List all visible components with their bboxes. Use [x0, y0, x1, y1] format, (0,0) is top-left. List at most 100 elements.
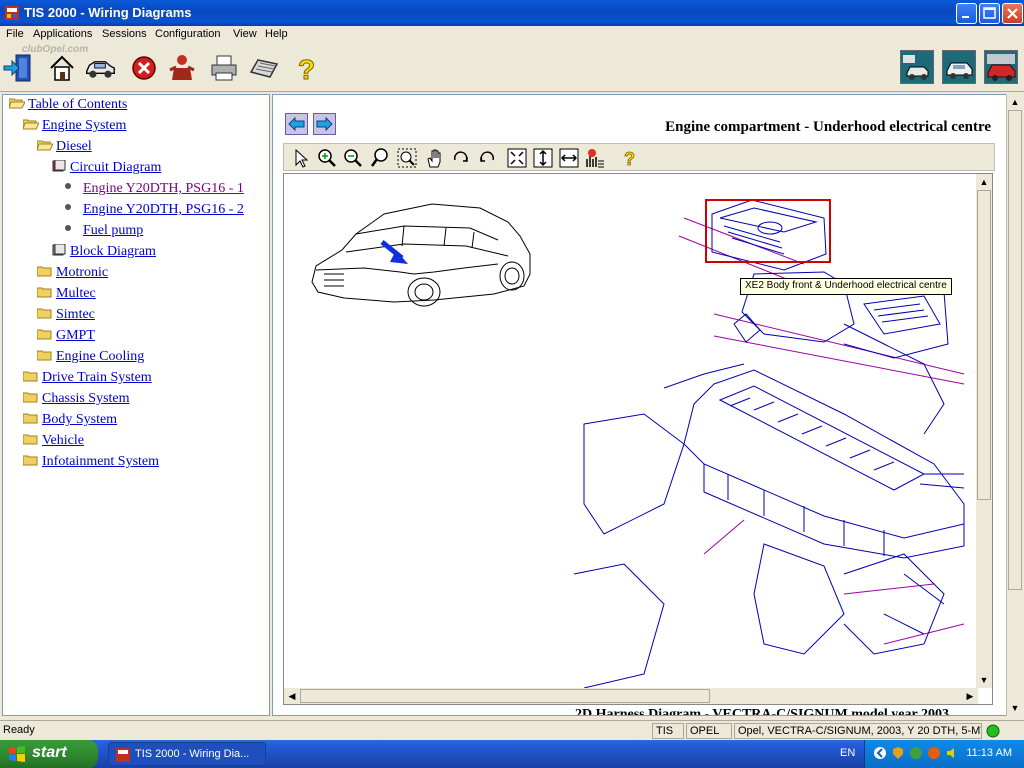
language-indicator[interactable]: EN	[840, 747, 855, 759]
menu-bar: File Applications Sessions Configuration…	[0, 26, 1024, 44]
table-of-contents-tree: Table of Contents Engine System Diesel Circ…	[2, 94, 270, 716]
title-bar[interactable]: TIS 2000 - Wiring Diagrams	[0, 0, 1024, 26]
zoom-in-icon[interactable]	[316, 147, 338, 169]
menu-file[interactable]: File	[6, 28, 24, 40]
tree-item[interactable]: Simtec	[37, 307, 95, 327]
tree-item-label[interactable]: Circuit Diagram	[70, 160, 161, 175]
close-button[interactable]	[1002, 3, 1023, 24]
messenger-icon[interactable]	[927, 746, 941, 760]
volume-icon[interactable]	[945, 746, 959, 760]
tree-item-label[interactable]: Engine Cooling	[56, 349, 144, 364]
tree-item[interactable]: GMPT	[37, 328, 95, 348]
keyboard-icon[interactable]	[248, 52, 280, 84]
tree-item[interactable]: Table of Contents	[9, 97, 127, 117]
tree-item[interactable]: Multec	[37, 286, 96, 306]
stop-icon[interactable]	[128, 52, 160, 84]
tree-item[interactable]: Engine System	[23, 118, 126, 138]
zoom-out-icon[interactable]	[342, 147, 364, 169]
rotate-cw-icon[interactable]	[450, 147, 472, 169]
back-button[interactable]	[285, 113, 308, 135]
viewer-help-icon[interactable]: ?	[618, 147, 640, 169]
start-label: start	[32, 744, 67, 761]
tree-item-label[interactable]: Engine Y20DTH, PSG16 - 1	[83, 181, 244, 196]
viewer-vertical-scrollbar[interactable]: ▲ ▼	[1006, 94, 1023, 716]
tree-item-label[interactable]: Chassis System	[42, 391, 130, 406]
fit-width-icon[interactable]	[558, 147, 580, 169]
tree-item-label[interactable]: Table of Contents	[28, 97, 127, 112]
tree-item-label[interactable]: Fuel pump	[83, 223, 143, 238]
highlight-icon[interactable]	[584, 147, 606, 169]
tree-item[interactable]: Block Diagram	[51, 244, 156, 264]
home-icon[interactable]	[46, 52, 78, 84]
status-bar: Ready TIS OPEL Opel, VECTRA-C/SIGNUM, 20…	[0, 720, 1024, 740]
tree-item-label[interactable]: Engine Y20DTH, PSG16 - 2	[83, 202, 244, 217]
tree-item[interactable]: Circuit Diagram	[51, 160, 161, 180]
outer-scroll-down-icon[interactable]: ▼	[1007, 700, 1023, 716]
tree-item-label[interactable]: Engine System	[42, 118, 126, 133]
tree-item[interactable]: Vehicle	[23, 433, 84, 453]
exit-icon[interactable]	[2, 52, 34, 84]
select-pointer-icon[interactable]	[290, 147, 312, 169]
start-button[interactable]: start	[0, 740, 98, 768]
tray-back-icon[interactable]	[873, 746, 887, 760]
tree-item[interactable]: Fuel pump	[65, 223, 143, 243]
tree-item-label[interactable]: Body System	[42, 412, 117, 427]
tools-car-button[interactable]	[942, 50, 976, 84]
rotate-ccw-icon[interactable]	[476, 147, 498, 169]
tree-item[interactable]: Motronic	[37, 265, 108, 285]
tree-item-label[interactable]: Motronic	[56, 265, 108, 280]
taskbar: start TIS 2000 - Wiring Dia... EN 11:13 …	[0, 740, 1024, 768]
pan-hand-icon[interactable]	[424, 147, 446, 169]
vehicle-icon[interactable]	[84, 52, 116, 84]
vertical-scroll-thumb[interactable]	[977, 190, 991, 500]
tree-item[interactable]: Chassis System	[23, 391, 130, 411]
tree-item-label[interactable]: Block Diagram	[70, 244, 156, 259]
scroll-left-icon[interactable]: ◀	[284, 688, 300, 704]
zoom-area-icon[interactable]	[396, 147, 418, 169]
scroll-right-icon[interactable]: ▶	[962, 688, 978, 704]
taskbar-app-button[interactable]: TIS 2000 - Wiring Dia...	[108, 742, 266, 766]
outer-scroll-up-icon[interactable]: ▲	[1007, 94, 1023, 110]
diagram-vertical-scrollbar[interactable]: ▲ ▼	[976, 174, 992, 688]
status-make: OPEL	[686, 723, 732, 739]
tree-item[interactable]: Body System	[23, 412, 117, 432]
zoom-icon[interactable]	[370, 147, 392, 169]
scroll-up-icon[interactable]: ▲	[976, 174, 992, 190]
red-car-button[interactable]	[984, 50, 1018, 84]
minimize-button[interactable]	[956, 3, 977, 24]
horizontal-scroll-thumb[interactable]	[300, 689, 710, 703]
tree-item-label[interactable]: Simtec	[56, 307, 95, 322]
tree-item-label[interactable]: Infotainment System	[42, 454, 159, 469]
forward-button[interactable]	[313, 113, 336, 135]
tree-item-label[interactable]: Vehicle	[42, 433, 84, 448]
menu-applications[interactable]: Applications	[33, 28, 92, 40]
outer-scroll-thumb[interactable]	[1008, 110, 1022, 590]
menu-sessions[interactable]: Sessions	[102, 28, 147, 40]
print-icon[interactable]	[208, 52, 240, 84]
tree-item[interactable]: Diesel	[37, 139, 92, 159]
tree-item[interactable]: Infotainment System	[23, 454, 159, 474]
security-shield-icon[interactable]	[891, 746, 905, 760]
scroll-down-icon[interactable]: ▼	[976, 672, 992, 688]
tree-item[interactable]: Engine Cooling	[37, 349, 144, 369]
diagram-canvas[interactable]: XE2 Body front & Underhood electrical ce…	[283, 173, 993, 705]
maximize-button[interactable]	[979, 3, 1000, 24]
tree-item[interactable]: Drive Train System	[23, 370, 152, 390]
tree-item-label[interactable]: Drive Train System	[42, 370, 152, 385]
menu-configuration[interactable]: Configuration	[155, 28, 220, 40]
service-car-button[interactable]	[900, 50, 934, 84]
fit-all-icon[interactable]	[506, 147, 528, 169]
tree-item[interactable]: Engine Y20DTH, PSG16 - 2	[65, 202, 244, 222]
fit-height-icon[interactable]	[532, 147, 554, 169]
tree-item[interactable]: Engine Y20DTH, PSG16 - 1	[65, 181, 244, 201]
menu-help[interactable]: Help	[265, 28, 288, 40]
menu-view[interactable]: View	[233, 28, 257, 40]
diagram-horizontal-scrollbar[interactable]: ◀ ▶	[284, 688, 978, 704]
help-icon[interactable]: ?	[290, 52, 322, 85]
tree-item-label[interactable]: GMPT	[56, 328, 95, 343]
network-icon[interactable]	[909, 746, 923, 760]
folder-icon	[23, 392, 42, 405]
tree-item-label[interactable]: Diesel	[56, 139, 92, 154]
person-icon[interactable]	[166, 52, 198, 84]
tree-item-label[interactable]: Multec	[56, 286, 96, 301]
